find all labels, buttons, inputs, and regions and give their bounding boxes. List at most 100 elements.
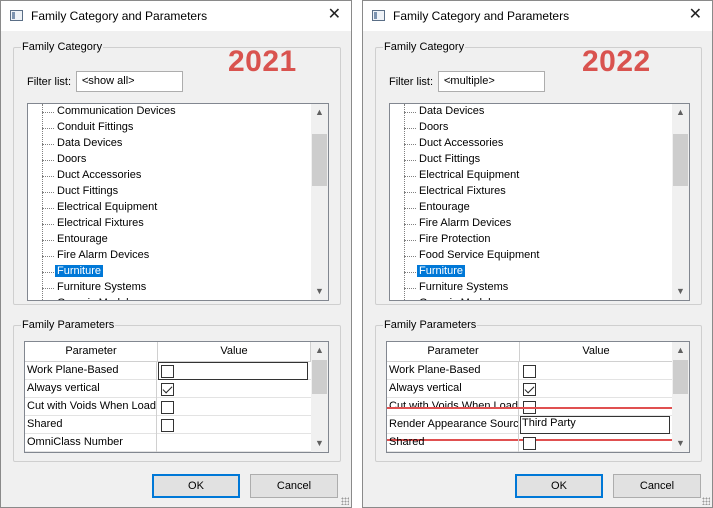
resize-grip-icon[interactable] — [341, 497, 349, 505]
parameter-name: OmniClass Number — [25, 434, 157, 452]
category-item[interactable]: Electrical Fixtures — [28, 216, 308, 232]
filter-list-label: Filter list: — [389, 76, 433, 88]
parameter-checkbox[interactable] — [523, 437, 536, 450]
family-category-dialog-2022: Family Category and Parameters ✕ 2022 Famil… — [362, 0, 713, 508]
parameter-row[interactable]: Always vertical — [25, 380, 311, 398]
parameter-value-cell[interactable] — [520, 380, 673, 398]
family-parameters-group: Family Parameters Parameter Value Work Plan… — [13, 319, 341, 462]
category-label: Duct Accessories — [57, 169, 142, 181]
parameter-column-header[interactable]: Parameter — [25, 342, 158, 362]
parameter-checkbox[interactable] — [161, 365, 174, 378]
category-item[interactable]: Duct Fittings — [28, 184, 308, 200]
tree-branch-line — [404, 272, 416, 273]
close-icon[interactable]: ✕ — [689, 6, 702, 24]
value-column-header[interactable]: Value — [158, 342, 311, 362]
parameter-value-cell[interactable] — [520, 434, 673, 452]
scroll-up-arrow-icon[interactable]: ▲ — [672, 342, 689, 359]
category-item[interactable]: Furniture Systems — [390, 280, 670, 296]
parameter-name: Always vertical — [25, 380, 157, 398]
scroll-up-arrow-icon[interactable]: ▲ — [672, 104, 689, 121]
category-scrollbar[interactable]: ▲ ▼ — [672, 104, 689, 300]
resize-grip-icon[interactable] — [702, 497, 710, 505]
category-item[interactable]: Data Devices — [28, 136, 308, 152]
category-item[interactable]: Generic Models — [390, 296, 670, 300]
category-tree-list[interactable]: Communication Devices Conduit Fittings Dat… — [27, 103, 329, 301]
cancel-button[interactable]: Cancel — [250, 474, 338, 498]
category-item[interactable]: Communication Devices — [28, 104, 308, 120]
parameter-value-cell[interactable] — [520, 362, 673, 380]
parameter-checkbox[interactable] — [161, 383, 174, 396]
parameter-row[interactable]: Work Plane-Based — [25, 362, 311, 380]
value-edit-box[interactable] — [158, 362, 308, 380]
category-item[interactable]: Furniture — [28, 264, 308, 280]
parameter-value-cell[interactable] — [158, 362, 311, 380]
category-item[interactable]: Duct Fittings — [390, 152, 670, 168]
scroll-down-arrow-icon[interactable]: ▼ — [672, 435, 689, 452]
category-item[interactable]: Entourage — [390, 200, 670, 216]
parameters-scrollbar[interactable]: ▲ ▼ — [672, 342, 689, 452]
category-label: Furniture Systems — [419, 281, 509, 293]
scroll-down-arrow-icon[interactable]: ▼ — [311, 435, 328, 452]
tree-branch-line — [404, 288, 416, 289]
category-label: Generic Models — [417, 297, 498, 300]
parameter-checkbox[interactable] — [523, 383, 536, 396]
ok-button[interactable]: OK — [152, 474, 240, 498]
parameter-name: Work Plane-Based — [25, 362, 157, 380]
parameter-row[interactable]: Always vertical — [387, 380, 673, 398]
parameter-row[interactable]: Cut with Voids When Loaded — [25, 398, 311, 416]
family-category-dialog-2021: Family Category and Parameters ✕ 2021 Famil… — [0, 0, 352, 508]
parameter-checkbox[interactable] — [161, 419, 174, 432]
parameter-checkbox[interactable] — [523, 365, 536, 378]
tree-branch-line — [42, 224, 54, 225]
category-label: Food Service Equipment — [419, 249, 540, 261]
category-item[interactable]: Entourage — [28, 232, 308, 248]
category-item[interactable]: Furniture Systems — [28, 280, 308, 296]
filter-list-dropdown[interactable]: <show all> ⌵ — [76, 71, 183, 92]
parameter-row[interactable]: Shared — [387, 434, 673, 452]
category-item[interactable]: Fire Alarm Devices — [28, 248, 308, 264]
scroll-up-arrow-icon[interactable]: ▲ — [311, 342, 328, 359]
category-tree-list[interactable]: Data Devices Doors Duct Accessories Duct Fi… — [389, 103, 690, 301]
value-column-header[interactable]: Value — [520, 342, 673, 362]
parameter-row[interactable]: OmniClass Number — [25, 434, 311, 452]
parameter-value-cell[interactable] — [158, 398, 311, 416]
category-label: Duct Fittings — [57, 185, 119, 197]
category-item[interactable]: Food Service Equipment — [390, 248, 670, 264]
category-item[interactable]: Fire Protection — [390, 232, 670, 248]
parameters-scrollbar[interactable]: ▲ ▼ — [311, 342, 328, 452]
category-item[interactable]: Furniture — [390, 264, 670, 280]
category-item[interactable]: Electrical Equipment — [390, 168, 670, 184]
category-item[interactable]: Conduit Fittings — [28, 120, 308, 136]
parameter-row[interactable]: Work Plane-Based — [387, 362, 673, 380]
scroll-down-arrow-icon[interactable]: ▼ — [311, 283, 328, 300]
category-item[interactable]: Electrical Fixtures — [390, 184, 670, 200]
parameter-row[interactable]: Shared — [25, 416, 311, 434]
category-item[interactable]: Duct Accessories — [390, 136, 670, 152]
scrollbar-thumb[interactable] — [673, 134, 688, 186]
scrollbar-thumb[interactable] — [312, 134, 327, 186]
parameter-column-header[interactable]: Parameter — [387, 342, 520, 362]
category-item[interactable]: Electrical Equipment — [28, 200, 308, 216]
category-item[interactable]: Doors — [28, 152, 308, 168]
category-item[interactable]: Fire Alarm Devices — [390, 216, 670, 232]
parameter-checkbox[interactable] — [161, 401, 174, 414]
filter-list-dropdown[interactable]: <multiple> ⌵ — [438, 71, 545, 92]
scrollbar-thumb[interactable] — [673, 360, 688, 394]
category-scrollbar[interactable]: ▲ ▼ — [311, 104, 328, 300]
category-item[interactable]: Duct Accessories — [28, 168, 308, 184]
close-icon[interactable]: ✕ — [328, 6, 341, 24]
scroll-down-arrow-icon[interactable]: ▼ — [672, 283, 689, 300]
scroll-up-arrow-icon[interactable]: ▲ — [311, 104, 328, 121]
category-item[interactable]: Doors — [390, 120, 670, 136]
parameter-value-cell[interactable] — [158, 434, 311, 452]
scrollbar-thumb[interactable] — [312, 360, 327, 394]
category-item[interactable]: Generic Models — [28, 296, 308, 300]
category-item[interactable]: Data Devices — [390, 104, 670, 120]
tree-branch-line — [42, 192, 54, 193]
cancel-button[interactable]: Cancel — [613, 474, 701, 498]
category-label: Entourage — [57, 233, 108, 245]
parameter-value-cell[interactable] — [158, 380, 311, 398]
parameter-value-cell[interactable] — [158, 416, 311, 434]
parameter-name: Shared — [25, 416, 157, 434]
ok-button[interactable]: OK — [515, 474, 603, 498]
